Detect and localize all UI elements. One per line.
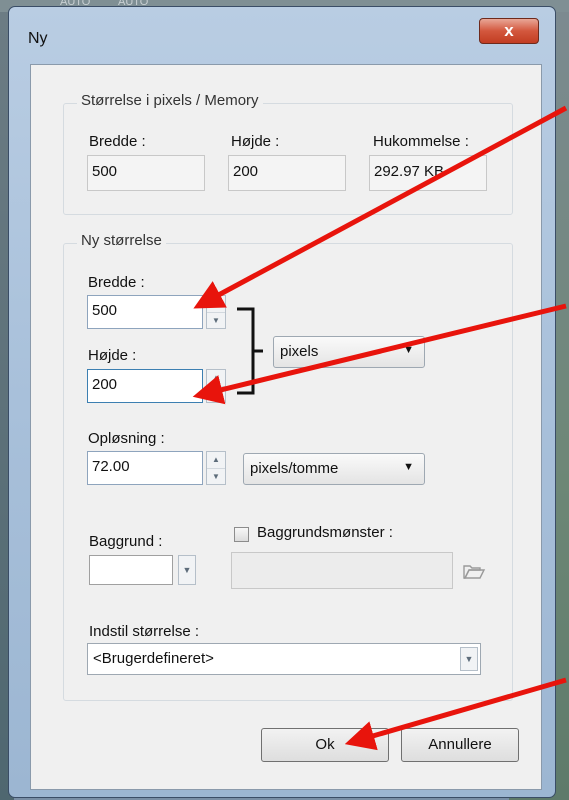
new-width-input[interactable]: 500 (87, 295, 203, 329)
close-button[interactable]: x (479, 18, 539, 44)
new-width-label: Bredde : (88, 274, 145, 291)
cancel-button[interactable]: Annullere (401, 728, 519, 762)
new-height-label: Højde : (88, 347, 137, 364)
chevron-down-icon: ▼ (403, 344, 414, 356)
pattern-field (231, 552, 453, 589)
dialog-client: Størrelse i pixels / Memory Bredde : 500… (30, 64, 542, 790)
spin-up-icon[interactable]: ▲ (207, 452, 225, 469)
dialog-title: Ny (28, 30, 48, 47)
width-label: Bredde : (89, 133, 146, 150)
pattern-label: Baggrundsmønster : (257, 524, 393, 541)
pattern-checkbox[interactable] (234, 527, 249, 542)
memory-label: Hukommelse : (373, 133, 469, 150)
resolution-label: Opløsning : (88, 430, 165, 447)
background-color-swatch[interactable] (89, 555, 173, 585)
resolution-unit-value: pixels/tomme (250, 460, 339, 477)
unit-dropdown[interactable]: pixels ▼ (273, 336, 425, 368)
new-size-group-title: Ny størrelse (77, 232, 166, 249)
preset-label: Indstil størrelse : (89, 623, 200, 640)
height-label: Højde : (231, 133, 280, 150)
spin-up-icon[interactable]: ▲ (207, 296, 225, 313)
resolution-spinner[interactable]: ▲ ▼ (206, 451, 226, 485)
resolution-unit-dropdown[interactable]: pixels/tomme ▼ (243, 453, 425, 485)
size-memory-group-title: Størrelse i pixels / Memory (77, 92, 263, 109)
preset-value: <Brugerdefineret> (93, 650, 214, 667)
background-label: Baggrund : (89, 533, 163, 550)
chevron-down-icon[interactable]: ▼ (460, 647, 478, 671)
close-icon[interactable]: x (504, 21, 513, 40)
current-height-field: 200 (228, 155, 346, 191)
spin-down-icon[interactable]: ▼ (207, 469, 225, 485)
folder-open-icon[interactable] (462, 561, 486, 581)
unit-value: pixels (280, 343, 319, 360)
chevron-down-icon[interactable]: ▼ (183, 565, 192, 575)
spin-up-icon[interactable]: ▲ (207, 370, 225, 387)
current-width-field: 500 (87, 155, 205, 191)
resolution-input[interactable]: 72.00 (87, 451, 203, 485)
preset-dropdown[interactable]: <Brugerdefineret> ▼ (87, 643, 481, 675)
chevron-down-icon: ▼ (403, 461, 414, 473)
ok-button[interactable]: Ok (261, 728, 389, 762)
height-spinner[interactable]: ▲ ▼ (206, 369, 226, 403)
width-spinner[interactable]: ▲ ▼ (206, 295, 226, 329)
spin-down-icon[interactable]: ▼ (207, 313, 225, 329)
background-color-dropdown[interactable]: ▼ (178, 555, 196, 585)
spin-down-icon[interactable]: ▼ (207, 387, 225, 403)
memory-field: 292.97 KB (369, 155, 487, 191)
new-height-input[interactable]: 200 (87, 369, 203, 403)
